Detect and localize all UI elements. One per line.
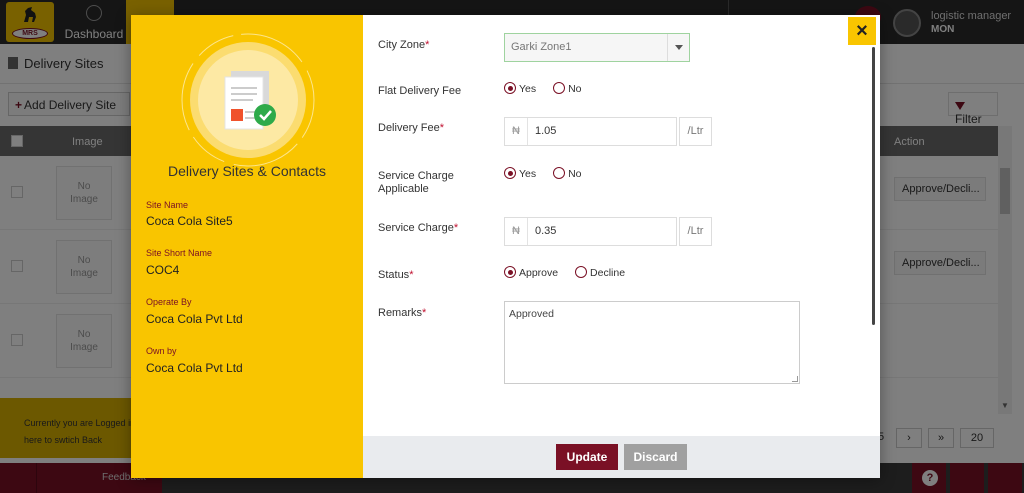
remarks-label: Remarks* [378,307,426,320]
operate-by-value: Coca Cola Pvt Ltd [146,312,243,326]
chevron-down-icon[interactable] [667,34,689,61]
city-zone-value: Garki Zone1 [511,41,572,53]
site-short-name-label: Site Short Name [146,248,213,258]
site-name-label: Site Name [146,200,189,210]
site-name-value: Coca Cola Site5 [146,214,233,228]
flat-delivery-fee-options: Yes No [504,82,596,95]
city-zone-label: City Zone* [378,39,429,52]
service-charge-label-text: Service Charge [378,222,454,234]
naira-currency-icon: ₦ [505,118,528,145]
required-mark: * [453,222,459,234]
close-button[interactable]: × [848,17,876,45]
resize-handle-icon[interactable] [792,376,798,382]
service-applicable-yes-radio[interactable]: Yes [504,167,536,180]
delivery-fee-unit: /Ltr [679,117,712,146]
service-charge-unit: /Ltr [679,217,712,246]
modal-heading: Delivery Sites & Contacts [168,163,326,179]
status-label-text: Status [378,269,410,281]
city-zone-label-text: City Zone [378,39,426,51]
site-short-name-value: COC4 [146,263,180,277]
document-approved-icon [181,33,315,167]
naira-currency-icon: ₦ [505,218,528,245]
update-button[interactable]: Update [556,444,618,470]
service-charge-value: 0.35 [535,225,557,237]
discard-button[interactable]: Discard [624,444,687,470]
delivery-site-modal: Delivery Sites & Contacts Site Name Coca… [131,15,880,478]
flat-fee-yes-radio[interactable]: Yes [504,82,536,95]
site-info-panel: Delivery Sites & Contacts Site Name Coca… [131,15,363,478]
required-mark: * [425,39,430,51]
modal-footer: Update Discard [363,436,880,478]
own-by-value: Coca Cola Pvt Ltd [146,361,243,375]
service-charge-applicable-options: Yes No [504,167,596,180]
remarks-textarea[interactable]: Approved [504,301,800,384]
status-options: Approve Decline [504,266,639,279]
delivery-fee-label-text: Delivery Fee [378,122,440,134]
required-mark: * [422,307,427,319]
modal-scrollbar[interactable] [872,47,875,325]
status-label: Status* [378,269,413,282]
required-mark: * [409,269,414,281]
city-zone-select[interactable]: Garki Zone1 [504,33,690,62]
service-charge-input[interactable]: ₦ 0.35 [504,217,677,246]
remarks-value: Approved [509,308,554,320]
own-by-label: Own by [146,346,177,356]
flat-delivery-fee-label: Flat Delivery Fee [378,85,462,97]
service-applicable-line2: Applicable [378,183,429,195]
delivery-fee-value: 1.05 [535,125,557,137]
status-decline-radio[interactable]: Decline [575,266,625,279]
required-mark: * [439,122,445,134]
delivery-fee-input[interactable]: ₦ 1.05 [504,117,677,146]
flat-fee-no-radio[interactable]: No [553,82,582,95]
delivery-fee-label: Delivery Fee* [378,122,444,135]
service-charge-label: Service Charge* [378,222,458,235]
remarks-label-text: Remarks [378,307,423,319]
service-charge-applicable-label: Service Charge Applicable [378,170,454,196]
service-applicable-no-radio[interactable]: No [553,167,582,180]
operate-by-label: Operate By [146,297,192,307]
status-approve-radio[interactable]: Approve [504,266,558,279]
service-applicable-line1: Service Charge [378,170,454,182]
